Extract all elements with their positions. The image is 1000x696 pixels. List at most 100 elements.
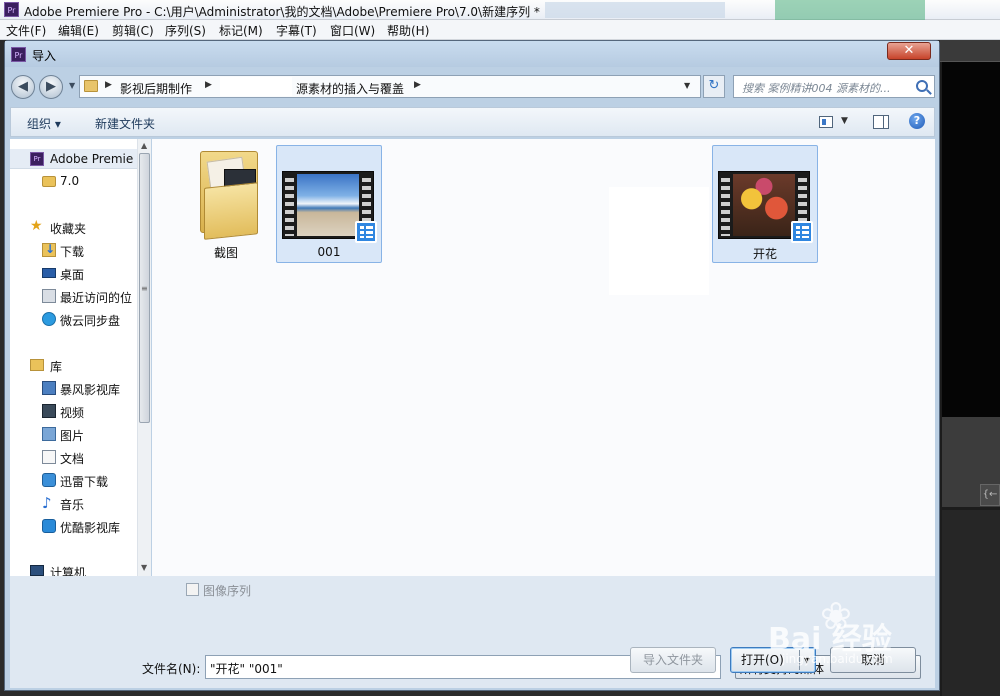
image-sequence-checkbox[interactable] [186,583,199,596]
program-monitor [942,62,1000,417]
blank-area [609,187,709,295]
menu-clip[interactable]: 剪辑(C) [112,22,154,39]
breadcrumb-chevron-icon[interactable]: ▶ [414,80,421,90]
scrollbar-thumb[interactable]: ≡ [139,153,150,423]
pictures-library-icon [42,427,56,441]
library-icon [30,359,44,371]
nav-label: 优酷影视库 [60,521,121,535]
dialog-title: 导入 [32,49,57,63]
breadcrumb-chevron-icon[interactable]: ▶ [205,80,212,90]
organize-button[interactable]: 组织 ▾ [27,115,61,132]
folder-icon [84,80,98,92]
nav-item-pictures[interactable]: 图片 [10,424,138,444]
youku-library-icon [42,519,56,533]
star-icon: ★ [30,218,43,234]
preview-pane-icon[interactable] [873,115,889,129]
file-item-video-kaihua[interactable]: 开花 [712,145,818,263]
navigation-pane: Pr Adobe Premie 7.0 ★ 收藏夹 下载 桌面 最近访问的位 微… [10,139,151,576]
video-frame-flowers [733,174,795,236]
nav-item-computer[interactable]: 计算机 [10,561,138,576]
nav-pane-scrollbar[interactable]: ▲ ≡ ▼ [137,139,151,576]
nav-label: 下载 [60,245,85,259]
folder-icon [42,176,56,187]
open-button[interactable]: 打开(O) ▼ [730,647,816,673]
premiere-icon: Pr [30,152,44,166]
file-name: 截图 [213,246,238,260]
file-item-folder[interactable]: 截图 [174,145,280,263]
premiere-logo-icon: Pr [4,2,19,17]
nav-item-youku[interactable]: 优酷影视库 [10,516,138,536]
music-icon: ♪ [42,494,52,512]
video-library-icon [42,404,56,418]
menu-edit[interactable]: 编辑(E) [58,22,99,39]
back-button[interactable]: ◀ [11,75,35,99]
media-file-icon [355,221,377,243]
recent-locations-dropdown[interactable]: ▼ [69,81,79,93]
nav-label: 文档 [60,452,85,466]
breadcrumb-chevron-icon[interactable]: ▶ [105,80,112,90]
nav-label: 视频 [60,406,85,420]
baofeng-library-icon [42,381,56,395]
new-folder-button[interactable]: 新建文件夹 [95,115,155,132]
background-window-tab-green [775,0,925,20]
nav-item-music[interactable]: ♪ 音乐 [10,493,138,513]
computer-icon [30,565,44,576]
documents-library-icon [42,450,56,464]
filename-label: 文件名(N): [142,662,201,676]
scroll-down-icon[interactable]: ▼ [141,563,147,572]
download-folder-icon [42,242,56,257]
cancel-button[interactable]: 取消 [830,647,916,673]
nav-item-recent-places[interactable]: 最近访问的位 [10,286,138,306]
file-list: 截图 001 开花 [152,139,935,576]
help-icon[interactable]: ? [909,113,925,129]
file-item-video-001[interactable]: 001 [276,145,382,263]
view-options-dropdown[interactable]: ▼ [841,116,848,126]
open-options-arrow-icon[interactable]: ▼ [804,649,810,673]
menu-file[interactable]: 文件(F) [6,22,46,39]
back-arrow-icon: ◀ [18,79,28,94]
nav-item-downloads[interactable]: 下载 [10,240,138,260]
open-split-divider [799,650,800,670]
nav-item-documents[interactable]: 文档 [10,447,138,467]
nav-item-baofeng[interactable]: 暴风影视库 [10,378,138,398]
nav-label: 最近访问的位 [60,291,133,305]
file-name: 开花 [752,247,777,261]
nav-item-libraries[interactable]: 库 [10,355,138,375]
monitor-step-button[interactable]: {← [980,484,1000,506]
search-icon[interactable] [916,80,928,92]
nav-item-weiyun[interactable]: 微云同步盘 [10,309,138,329]
address-bar[interactable]: ▶ 影视后期制作 ▶ 源素材的插入与覆盖 ▶ ▼ [79,75,701,98]
folder-front-flap [204,182,258,240]
menu-help[interactable]: 帮助(H) [387,22,429,39]
menu-marker[interactable]: 标记(M) [219,22,263,39]
nav-item-premiere[interactable]: Pr Adobe Premie [10,149,138,169]
video-frame-beach [297,174,359,236]
desktop-icon [42,268,56,278]
nav-item-7-0[interactable]: 7.0 [10,171,138,191]
nav-item-favorites[interactable]: ★ 收藏夹 [10,217,138,237]
import-dialog: Pr 导入 ✕ ◀ ▶ ▼ ▶ 影视后期制作 ▶ 源素材的插入与覆盖 ▶ ▼ ↻… [4,40,940,691]
forward-button[interactable]: ▶ [39,75,63,99]
address-dropdown-icon[interactable]: ▼ [684,81,690,90]
import-folder-button-visible[interactable]: 导入文件夹 [630,647,716,673]
change-view-icon[interactable] [819,116,833,128]
nav-item-thunder[interactable]: 迅雷下载 [10,470,138,490]
refresh-button[interactable]: ↻ [703,75,725,98]
breadcrumb-redacted [220,77,292,96]
close-button[interactable]: ✕ [887,42,931,60]
menu-sequence[interactable]: 序列(S) [165,22,206,39]
app-title: Adobe Premiere Pro - C:\用户\Administrator… [24,5,540,19]
scroll-up-icon[interactable]: ▲ [141,141,147,150]
forward-arrow-icon: ▶ [46,79,56,94]
nav-label: 收藏夹 [50,222,87,236]
nav-item-desktop[interactable]: 桌面 [10,263,138,283]
menu-window[interactable]: 窗口(W) [330,22,375,39]
nav-label: 桌面 [60,268,85,282]
breadcrumb-item[interactable]: 影视后期制作 [120,80,192,97]
nav-item-videos[interactable]: 视频 [10,401,138,421]
menu-title[interactable]: 字幕(T) [276,22,317,39]
breadcrumb-item-current[interactable]: 源素材的插入与覆盖 [296,80,404,97]
dialog-title-bar: Pr 导入 ✕ [5,41,939,67]
thunder-icon [42,473,56,487]
search-input[interactable]: 搜索 案例精讲004 源素材的... [733,75,935,98]
